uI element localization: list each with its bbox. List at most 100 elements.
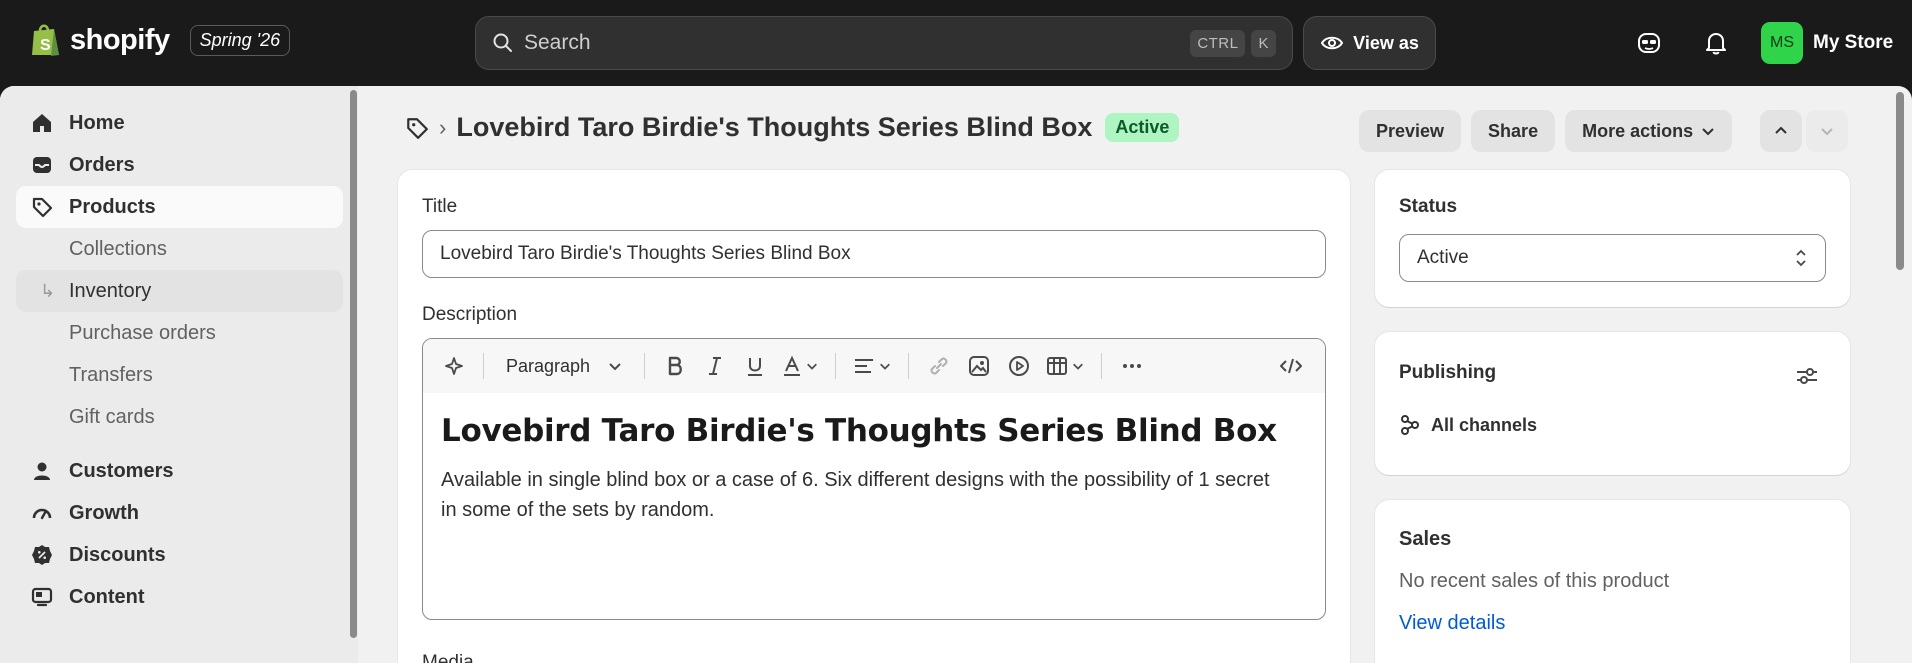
align-button[interactable] — [846, 349, 898, 383]
tag-icon — [405, 116, 429, 140]
view-details-link[interactable]: View details — [1399, 612, 1505, 635]
season-badge[interactable]: Spring '26 — [189, 24, 291, 56]
code-icon — [1279, 356, 1303, 376]
svg-text:S: S — [40, 37, 51, 54]
image-icon — [968, 355, 990, 377]
sales-label: Sales — [1399, 528, 1452, 550]
sidebar-item-orders[interactable]: Orders — [16, 144, 343, 186]
sidebar-item-label: Products — [69, 195, 156, 218]
search-icon — [492, 32, 514, 54]
description-body: Available in single blind box or a case … — [441, 469, 1270, 521]
share-button[interactable]: Share — [1471, 110, 1556, 152]
shopify-logo[interactable]: S shopify Spring '26 — [30, 22, 291, 58]
play-icon — [1008, 355, 1030, 377]
view-as-label: View as — [1353, 32, 1419, 53]
bell-icon — [1704, 30, 1728, 56]
sidebar-item-label: Content — [69, 585, 145, 608]
sidekick-button[interactable] — [1633, 27, 1665, 59]
sidebar-item-home[interactable]: Home — [16, 102, 343, 144]
sidebar-item-label: Inventory — [69, 279, 152, 302]
sidebar-item-label: Purchase orders — [69, 321, 216, 344]
select-arrows-icon — [1794, 247, 1808, 269]
sidebar: Home Orders Products Collections ↳ Inven… — [0, 86, 358, 663]
sidebar-item-inventory[interactable]: ↳ Inventory — [16, 270, 343, 312]
more-actions-button[interactable]: More actions — [1565, 110, 1733, 152]
eye-icon — [1320, 34, 1344, 52]
view-as-button[interactable]: View as — [1303, 16, 1436, 70]
more-formatting-button[interactable] — [1112, 349, 1152, 383]
store-menu[interactable]: MS My Store — [1761, 22, 1893, 64]
description-label: Description — [422, 304, 518, 325]
underline-button[interactable] — [735, 349, 775, 383]
search-placeholder: Search — [524, 31, 591, 54]
chevron-down-icon — [608, 359, 622, 373]
search-bar[interactable]: Search CTRL K — [475, 16, 1293, 70]
format-value: Paragraph — [506, 355, 591, 376]
sidebar-item-collections[interactable]: Collections — [16, 228, 343, 270]
italic-button[interactable] — [695, 349, 735, 383]
shortcut-k-key: K — [1251, 29, 1276, 57]
channels-label: All channels — [1431, 414, 1538, 435]
bold-icon — [665, 355, 685, 377]
status-select[interactable]: Active — [1399, 234, 1826, 282]
sidebar-item-transfers[interactable]: Transfers — [16, 354, 343, 396]
person-icon — [30, 459, 54, 483]
format-select[interactable]: Paragraph — [506, 349, 622, 383]
sidebar-item-gift-cards[interactable]: Gift cards — [16, 396, 343, 438]
notifications-button[interactable] — [1700, 27, 1732, 59]
title-input[interactable]: Lovebird Taro Birdie's Thoughts Series B… — [422, 230, 1326, 278]
sidebar-item-content[interactable]: Content — [16, 576, 343, 618]
description-content[interactable]: Lovebird Taro Birdie's Thoughts Series B… — [423, 393, 1325, 545]
next-product-button[interactable] — [1806, 110, 1848, 152]
text-color-button[interactable] — [775, 349, 825, 383]
show-html-button[interactable] — [1271, 349, 1311, 383]
magic-button[interactable] — [437, 349, 473, 383]
header-actions: Preview Share More actions — [1359, 110, 1733, 152]
sidebar-item-products[interactable]: Products — [16, 186, 343, 228]
sidebar-item-label: Discounts — [69, 543, 166, 566]
video-button[interactable] — [999, 349, 1039, 383]
sidebar-item-label: Gift cards — [69, 405, 155, 428]
channels-icon — [1399, 414, 1421, 436]
publishing-label: Publishing — [1399, 362, 1497, 383]
product-pager — [1760, 110, 1848, 152]
link-button[interactable] — [919, 349, 959, 383]
sidebar-item-label: Customers — [69, 459, 174, 482]
sidebar-item-customers[interactable]: Customers — [16, 450, 343, 492]
breadcrumb-products-link[interactable] — [405, 116, 429, 140]
status-card: Status Active — [1375, 170, 1850, 307]
sidebar-item-discounts[interactable]: Discounts — [16, 534, 343, 576]
sidebar-item-label: Growth — [69, 501, 139, 524]
sidebar-item-growth[interactable]: Growth — [16, 492, 343, 534]
preview-button[interactable]: Preview — [1359, 110, 1462, 152]
sub-arrow-icon: ↳ — [40, 280, 56, 301]
ellipsis-icon — [1121, 362, 1143, 370]
sidebar-item-purchase-orders[interactable]: Purchase orders — [16, 312, 343, 354]
title-value: Lovebird Taro Birdie's Thoughts Series B… — [440, 243, 851, 264]
bold-button[interactable] — [655, 349, 695, 383]
table-button[interactable] — [1039, 349, 1091, 383]
page-scrollbar[interactable] — [1896, 92, 1904, 270]
sales-empty-text: No recent sales of this product — [1399, 570, 1670, 592]
image-button[interactable] — [959, 349, 999, 383]
sales-card: Sales No recent sales of this product Vi… — [1375, 500, 1850, 663]
more-actions-label: More actions — [1582, 120, 1694, 141]
sparkle-icon — [444, 355, 466, 377]
previous-product-button[interactable] — [1760, 110, 1802, 152]
manage-publishing-button[interactable] — [1795, 366, 1819, 386]
chevron-up-icon — [1774, 124, 1788, 138]
status-label: Status — [1399, 196, 1458, 217]
gauge-icon — [30, 501, 54, 525]
sidebar-item-label: Transfers — [69, 363, 153, 386]
sales-channels[interactable]: All channels — [1399, 414, 1537, 436]
home-icon — [30, 111, 54, 135]
media-label: Media — [422, 652, 474, 663]
chevron-down-icon — [1820, 124, 1834, 138]
shopify-bag-icon: S — [30, 22, 62, 58]
sidebar-scrollbar[interactable] — [350, 90, 357, 638]
sidebar-item-label: Collections — [69, 237, 167, 260]
sidebar-nav: Home Orders Products Collections ↳ Inven… — [16, 102, 343, 618]
sliders-icon — [1795, 366, 1819, 386]
description-heading: Lovebird Taro Birdie's Thoughts Series B… — [441, 413, 1277, 449]
italic-icon — [705, 355, 725, 377]
